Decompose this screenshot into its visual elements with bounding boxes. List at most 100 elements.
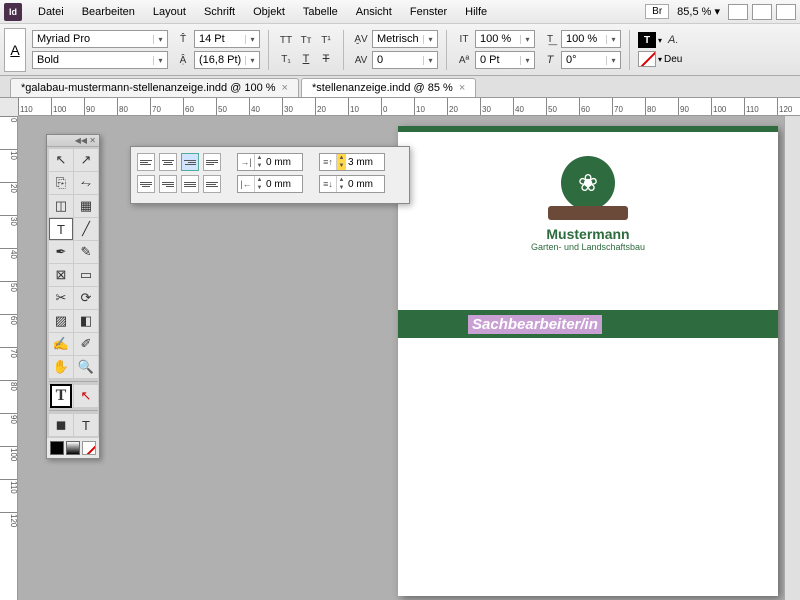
page-tool[interactable]: ⎘ <box>49 172 73 194</box>
gradient-swatch-tool[interactable]: ▨ <box>49 310 73 332</box>
skew-icon: T <box>541 52 559 68</box>
align-right-button[interactable] <box>181 153 199 171</box>
logo-ribbon <box>548 206 628 220</box>
tracking-icon: AV <box>352 52 370 68</box>
font-style-combo[interactable]: ▾ <box>32 51 168 69</box>
fill-stroke-swap[interactable]: ◼ <box>49 414 73 436</box>
align-spine-button[interactable] <box>203 175 221 193</box>
baseline-combo[interactable]: ▾ <box>475 51 535 69</box>
bridge-button[interactable]: Br <box>645 4 669 19</box>
tab-doc-1[interactable]: *galabau-mustermann-stellenanzeige.indd … <box>10 78 299 97</box>
scissors-tool[interactable]: ✂ <box>49 287 73 309</box>
zoom-tool[interactable]: 🔍 <box>74 356 98 378</box>
char-format-icon[interactable]: A <box>4 28 26 72</box>
justify-all-button[interactable] <box>181 175 199 193</box>
gradient-feather-tool[interactable]: ◧ <box>74 310 98 332</box>
close-icon[interactable]: × <box>459 82 465 94</box>
no-fill-icon[interactable] <box>638 51 656 67</box>
apply-text-button[interactable]: T <box>74 414 98 436</box>
direct-select-tool[interactable]: ↗ <box>74 149 98 171</box>
right-indent-spin[interactable]: |←▲▼ <box>237 175 303 193</box>
content-tool[interactable]: ◫ <box>49 195 73 217</box>
align-center-button[interactable] <box>159 153 177 171</box>
leading-icon: Ậ <box>174 52 192 68</box>
logo-icon: ❀ <box>561 156 615 210</box>
menu-fenster[interactable]: Fenster <box>402 3 455 21</box>
rect-tool[interactable]: ▭ <box>74 264 98 286</box>
document-page[interactable]: ❀ Mustermann Garten- und Landschaftsbau … <box>398 126 778 596</box>
menu-bearbeiten[interactable]: Bearbeiten <box>74 3 143 21</box>
apply-none-icon[interactable] <box>82 441 96 455</box>
menu-hilfe[interactable]: Hilfe <box>457 3 495 21</box>
rect-frame-tool[interactable]: ⊠ <box>49 264 73 286</box>
align-left-button[interactable] <box>137 153 155 171</box>
justify-right-button[interactable] <box>159 175 177 193</box>
menu-datei[interactable]: Datei <box>30 3 72 21</box>
line-tool[interactable]: ╱ <box>74 218 98 240</box>
canvas-area[interactable]: ❀ Mustermann Garten- und Landschaftsbau … <box>18 116 800 600</box>
right-dock[interactable] <box>784 116 800 600</box>
view-mode-icon[interactable] <box>728 4 748 20</box>
format-arrow-button[interactable]: ↖ <box>74 385 98 407</box>
kerning-icon: A̬V <box>352 31 370 47</box>
hscale-combo[interactable]: ▾ <box>561 30 621 48</box>
horizontal-ruler[interactable]: 1101009080706050403020100102030405060708… <box>18 98 800 116</box>
panel-header[interactable]: ◀◀ ✕ <box>47 135 99 147</box>
vscale-combo[interactable]: ▾ <box>475 30 535 48</box>
vertical-ruler[interactable]: 0102030405060708090100110120 <box>0 116 18 600</box>
chevron-down-icon[interactable]: ▾ <box>153 56 167 65</box>
fill-t-icon[interactable]: T <box>638 32 656 48</box>
control-panel: A ▾ ▾ T̂▾ Ậ▾ TTTᴛT¹ T₁TT A̬V▾ AV▾ IT▾ Aª… <box>0 24 800 76</box>
app-icon: Id <box>4 3 22 21</box>
underline-icon[interactable]: T <box>297 51 315 67</box>
menu-schrift[interactable]: Schrift <box>196 3 243 21</box>
close-icon[interactable]: × <box>282 82 288 94</box>
format-t-button[interactable]: T <box>49 385 73 407</box>
zoom-level[interactable]: 85,5 % ▾ <box>677 5 720 18</box>
menu-objekt[interactable]: Objekt <box>245 3 293 21</box>
job-title-selected[interactable]: Sachbearbeiter/in <box>468 315 602 334</box>
pen-tool[interactable]: ✒ <box>49 241 73 263</box>
apply-color-icon[interactable] <box>50 441 64 455</box>
menu-bar: Id Datei Bearbeiten Layout Schrift Objek… <box>0 0 800 24</box>
smallcaps-icon[interactable]: Tᴛ <box>297 32 315 48</box>
tab-doc-2[interactable]: *stellenanzeige.indd @ 85 %× <box>301 78 476 97</box>
menu-layout[interactable]: Layout <box>145 3 194 21</box>
kerning-combo[interactable]: ▾ <box>372 30 438 48</box>
chevron-down-icon[interactable]: ▾ <box>153 35 167 44</box>
selection-tool[interactable]: ↖ <box>49 149 73 171</box>
apply-gradient-icon[interactable] <box>66 441 80 455</box>
space-after-spin[interactable]: ≡↓▲▼ <box>319 175 385 193</box>
allcaps-icon[interactable]: TT <box>277 32 295 48</box>
gap-tool[interactable]: ⥊ <box>74 172 98 194</box>
font-family-combo[interactable]: ▾ <box>32 30 168 48</box>
strike-icon[interactable]: T <box>317 51 335 67</box>
eyedropper-tool[interactable]: ✐ <box>74 333 98 355</box>
superscript-icon[interactable]: T¹ <box>317 32 335 48</box>
skew-combo[interactable]: ▾ <box>561 51 621 69</box>
frame-tool[interactable]: ▦ <box>74 195 98 217</box>
tracking-combo[interactable]: ▾ <box>372 51 438 69</box>
arrange-icon[interactable] <box>776 4 796 20</box>
font-size-combo[interactable]: ▾ <box>194 30 260 48</box>
hand-tool[interactable]: ✋ <box>49 356 73 378</box>
space-before-spin[interactable]: ≡↑▲▼ <box>319 153 385 171</box>
type-tool[interactable]: T <box>49 218 73 240</box>
company-name: Mustermann <box>398 226 778 242</box>
menu-ansicht[interactable]: Ansicht <box>348 3 400 21</box>
note-tool[interactable]: ✍ <box>49 333 73 355</box>
transform-tool[interactable]: ⟳ <box>74 287 98 309</box>
justify-center-button[interactable] <box>137 175 155 193</box>
hscale-icon: T͟ <box>541 31 559 47</box>
screen-mode-icon[interactable] <box>752 4 772 20</box>
justify-left-button[interactable] <box>203 153 221 171</box>
subscript-icon[interactable]: T₁ <box>277 51 295 67</box>
left-indent-spin[interactable]: →|▲▼ <box>237 153 303 171</box>
leading-combo[interactable]: ▾ <box>194 51 260 69</box>
baseline-icon: Aª <box>455 52 473 68</box>
pencil-tool[interactable]: ✎ <box>74 241 98 263</box>
menu-tabelle[interactable]: Tabelle <box>295 3 346 21</box>
char-style-icon[interactable]: A. <box>664 32 682 48</box>
document-tabs: *galabau-mustermann-stellenanzeige.indd … <box>0 76 800 98</box>
lang-combo[interactable]: Deu <box>664 54 682 65</box>
